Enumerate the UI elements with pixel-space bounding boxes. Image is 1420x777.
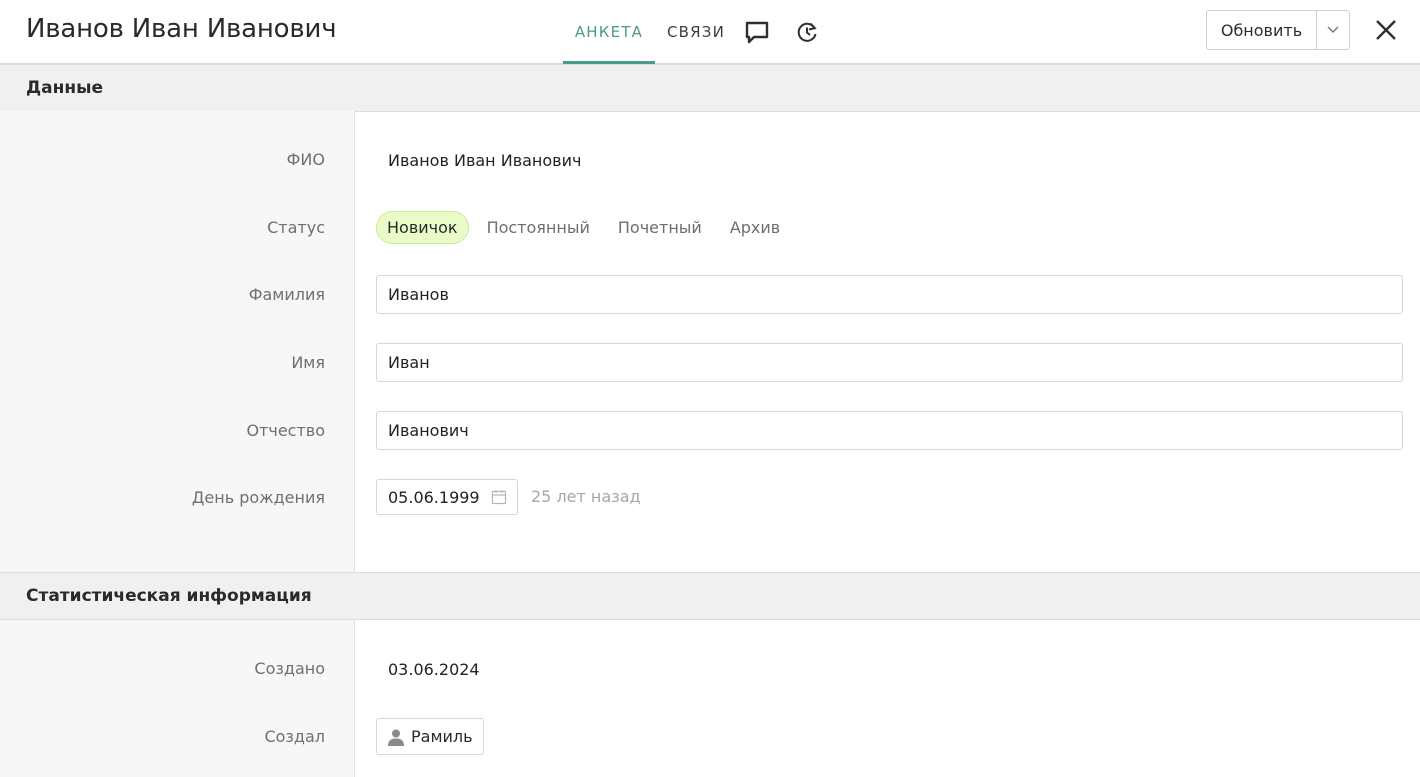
user-icon xyxy=(388,729,404,746)
history-icon xyxy=(797,22,817,42)
status-option-archive[interactable]: Архив xyxy=(720,211,790,244)
fio-value: Иванов Иван Иванович xyxy=(388,151,582,170)
firstname-label: Имя xyxy=(291,353,325,372)
tab-links[interactable]: СВЯЗИ xyxy=(655,0,737,64)
update-button[interactable]: Обновить xyxy=(1207,11,1317,49)
birthday-value: 05.06.1999 xyxy=(388,487,480,507)
tab-comments[interactable] xyxy=(741,0,773,64)
birthday-label: День рождения xyxy=(191,488,325,507)
chevron-down-icon xyxy=(1327,26,1339,33)
section-data-header: Данные xyxy=(0,64,1420,112)
section-stats-header: Статистическая информация xyxy=(0,572,1420,620)
lastname-label: Фамилия xyxy=(248,285,325,304)
creator-name: Рамиль xyxy=(411,727,473,746)
update-dropdown-button[interactable] xyxy=(1317,11,1349,49)
firstname-field[interactable] xyxy=(376,343,1403,382)
creator-user-chip[interactable]: Рамиль xyxy=(376,718,484,755)
tab-profile[interactable]: АНКЕТА xyxy=(563,0,655,64)
section-title: Данные xyxy=(26,78,104,98)
patronymic-label: Отчество xyxy=(246,421,325,440)
status-option-regular[interactable]: Постоянный xyxy=(477,211,600,244)
page-title: Иванов Иван Иванович xyxy=(26,14,337,44)
calendar-icon[interactable] xyxy=(491,489,507,505)
close-icon xyxy=(1376,20,1396,40)
status-option-novice[interactable]: Новичок xyxy=(376,211,469,244)
section-title: Статистическая информация xyxy=(26,586,312,606)
tab-history[interactable] xyxy=(791,0,823,64)
birthday-relative: 25 лет назад xyxy=(531,487,641,506)
birthday-date-field[interactable]: 05.06.1999 xyxy=(376,479,518,515)
creator-label: Создал xyxy=(264,727,325,746)
labels-column xyxy=(0,620,355,777)
chat-icon xyxy=(745,21,769,44)
status-label: Статус xyxy=(267,218,325,237)
fio-label: ФИО xyxy=(286,150,325,169)
created-value: 03.06.2024 xyxy=(388,660,480,679)
tab-bar: АНКЕТА СВЯЗИ xyxy=(563,0,823,64)
lastname-field[interactable] xyxy=(376,275,1403,314)
close-button[interactable] xyxy=(1370,14,1402,46)
status-selector: Новичок Постоянный Почетный Архив xyxy=(376,211,798,244)
record-header: Иванов Иван Иванович АНКЕТА СВЯЗИ Обнови… xyxy=(0,0,1420,64)
patronymic-field[interactable] xyxy=(376,411,1403,450)
created-label: Создано xyxy=(254,659,325,678)
update-split-button: Обновить xyxy=(1206,10,1350,50)
status-option-honored[interactable]: Почетный xyxy=(608,211,712,244)
